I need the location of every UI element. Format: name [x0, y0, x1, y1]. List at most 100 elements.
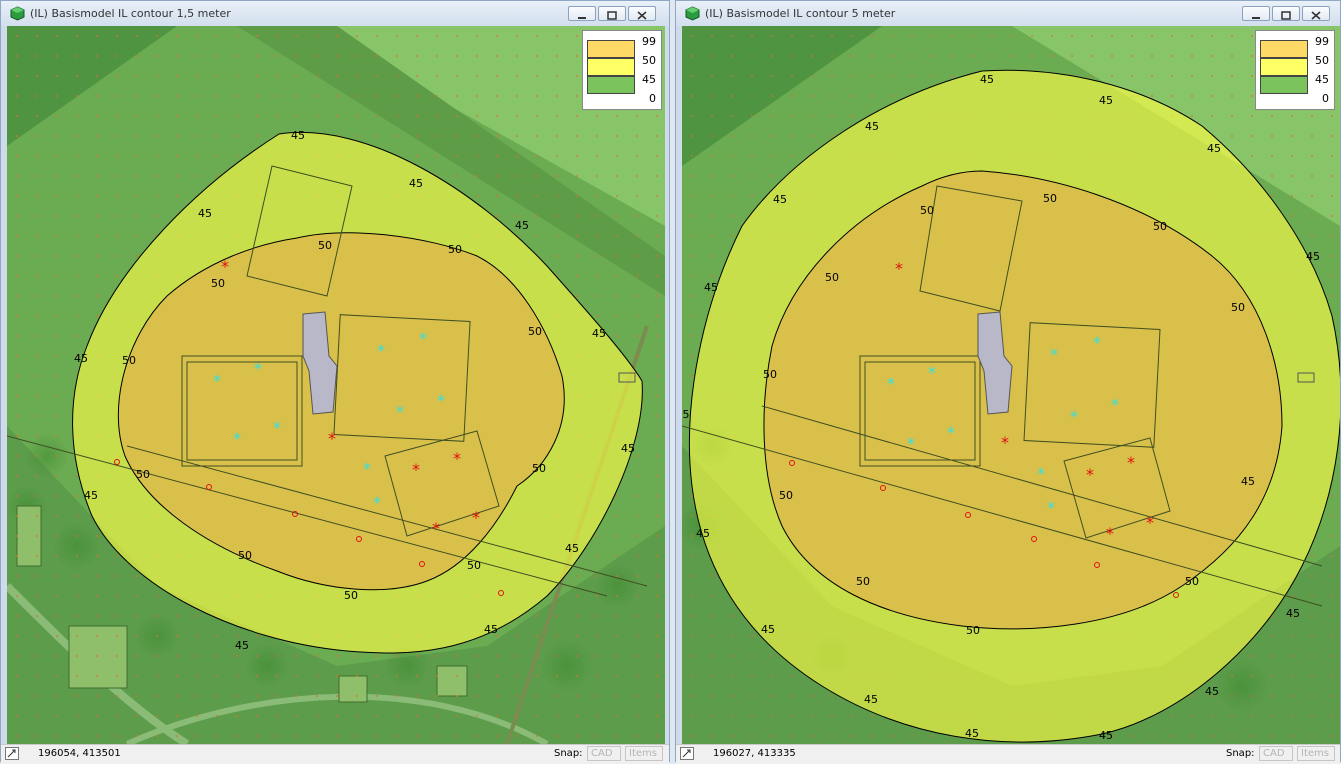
svg-text:*: *	[373, 493, 381, 512]
cad-snap-toggle[interactable]: CAD	[1259, 746, 1293, 761]
maximize-button[interactable]	[598, 6, 626, 21]
legend-swatch-99	[587, 40, 635, 58]
svg-text:*: *	[432, 519, 440, 538]
map-canvas[interactable]: * * * * * * * * * * * * * * * * 45 45 45 45 45 4…	[7, 26, 665, 744]
svg-text:*: *	[363, 459, 371, 478]
contour-label-45: 45	[74, 352, 88, 365]
contour-label-45: 45	[965, 727, 979, 740]
window-title: (IL) Basismodel IL contour 1,5 meter	[30, 7, 231, 20]
contour-label-50: 50	[825, 271, 839, 284]
svg-text:*: *	[437, 391, 445, 410]
svg-text:*: *	[213, 371, 221, 390]
maximize-icon	[1281, 11, 1291, 20]
cursor-coordinates: 196054, 413501	[38, 748, 121, 759]
svg-text:*: *	[907, 434, 915, 453]
svg-text:*: *	[1111, 395, 1119, 414]
svg-text:*: *	[328, 429, 336, 448]
legend-swatch-99	[1260, 40, 1308, 58]
contour-label-45: 45	[1205, 685, 1219, 698]
contour-label-50: 50	[122, 354, 136, 367]
svg-text:*: *	[1047, 498, 1055, 517]
svg-text:*: *	[1050, 345, 1058, 364]
map-canvas[interactable]: * * * * * * * * * * * * * * * * 45 45 45 45 45 4…	[682, 26, 1340, 744]
legend-swatch-45	[587, 76, 635, 94]
contour-label-edge: 5	[683, 408, 690, 421]
contour-label-50: 50	[966, 624, 980, 637]
legend-swatch-50	[587, 58, 635, 76]
window-title: (IL) Basismodel IL contour 5 meter	[705, 7, 896, 20]
legend-value: 45	[1315, 73, 1329, 86]
map-tool-icon[interactable]	[680, 747, 694, 760]
svg-text:*: *	[1070, 407, 1078, 426]
contour-label-50: 50	[1185, 575, 1199, 588]
title-bar[interactable]: (IL) Basismodel IL contour 1,5 meter	[1, 1, 669, 26]
map-tool-icon[interactable]	[5, 747, 19, 760]
contour-label-50: 50	[467, 559, 481, 572]
contour-label-45: 45	[484, 623, 498, 636]
svg-text:*: *	[1037, 464, 1045, 483]
legend-value: 50	[1315, 54, 1329, 67]
contour-label-45: 45	[864, 693, 878, 706]
contour-label-45: 45	[1099, 729, 1113, 742]
minimize-button[interactable]	[1242, 6, 1270, 21]
svg-text:*: *	[1127, 453, 1135, 472]
minimize-icon	[578, 17, 586, 19]
contour-label-45: 45	[592, 327, 606, 340]
contour-label-50: 50	[856, 575, 870, 588]
contour-label-50: 50	[920, 204, 934, 217]
close-icon	[637, 11, 647, 20]
svg-text:*: *	[1106, 524, 1114, 543]
contour-label-45: 45	[621, 442, 635, 455]
contour-label-45: 45	[1207, 142, 1221, 155]
cad-snap-toggle[interactable]: CAD	[587, 746, 621, 761]
contour-label-45: 45	[291, 129, 305, 142]
contour-label-50: 50	[136, 468, 150, 481]
contour-label-45: 45	[84, 489, 98, 502]
close-button[interactable]	[1302, 6, 1330, 21]
svg-text:*: *	[221, 257, 229, 276]
svg-text:*: *	[895, 259, 903, 278]
maximize-button[interactable]	[1272, 6, 1300, 21]
contour-label-45: 45	[235, 639, 249, 652]
items-snap-toggle[interactable]: Items	[625, 746, 663, 761]
close-button[interactable]	[628, 6, 656, 21]
snap-label: Snap:	[1226, 748, 1255, 759]
status-bar: 196054, 413501 Snap: CAD Items	[1, 744, 669, 764]
legend: 99 50 45 0	[582, 30, 662, 110]
contour-label-45: 45	[761, 623, 775, 636]
contour-label-45: 45	[1241, 475, 1255, 488]
title-bar[interactable]: (IL) Basismodel IL contour 5 meter	[676, 1, 1340, 26]
items-snap-toggle[interactable]: Items	[1297, 746, 1335, 761]
legend-value: 99	[1315, 35, 1329, 48]
contour-label-50: 50	[532, 462, 546, 475]
contour-label-50: 50	[763, 368, 777, 381]
contour-label-50: 50	[211, 277, 225, 290]
contour-label-45: 45	[1099, 94, 1113, 107]
contour-label-50: 50	[528, 325, 542, 338]
svg-text:*: *	[377, 341, 385, 360]
svg-text:*: *	[947, 423, 955, 442]
contour-label-45: 45	[980, 73, 994, 86]
svg-text:*: *	[453, 449, 461, 468]
svg-text:*: *	[1001, 433, 1009, 452]
minimize-button[interactable]	[568, 6, 596, 21]
map-window-right[interactable]: (IL) Basismodel IL contour 5 meter * * *…	[675, 0, 1341, 764]
contour-label-50: 50	[318, 239, 332, 252]
map-window-left[interactable]: (IL) Basismodel IL contour 1,5 meter * *…	[0, 0, 670, 764]
legend-value: 45	[642, 73, 656, 86]
svg-text:*: *	[254, 359, 262, 378]
contour-label-50: 50	[344, 589, 358, 602]
contour-label-45: 45	[1286, 607, 1300, 620]
contour-label-45: 45	[696, 527, 710, 540]
contour-label-50: 50	[448, 243, 462, 256]
contour-label-45: 45	[565, 542, 579, 555]
cube-icon	[685, 6, 700, 21]
contour-label-50: 50	[779, 489, 793, 502]
legend-value: 99	[642, 35, 656, 48]
svg-text:*: *	[1146, 513, 1154, 532]
contour-label-50: 50	[1153, 220, 1167, 233]
contour-label-45: 45	[515, 219, 529, 232]
cube-icon	[10, 6, 25, 21]
svg-text:*: *	[928, 363, 936, 382]
svg-text:*: *	[396, 402, 404, 421]
